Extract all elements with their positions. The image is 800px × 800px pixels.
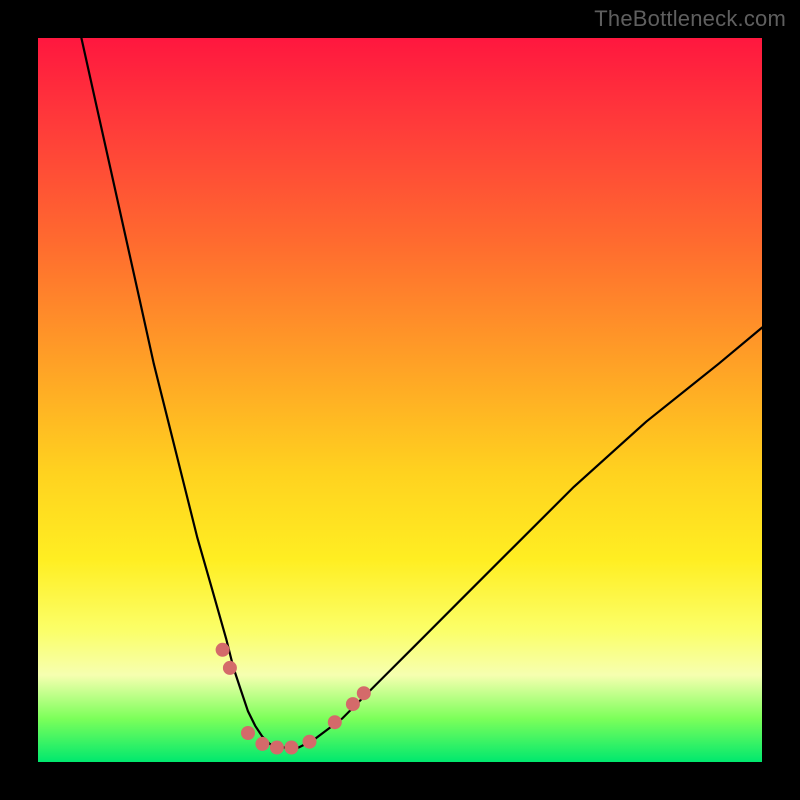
bottleneck-curve (81, 38, 762, 748)
chart-frame: TheBottleneck.com (0, 0, 800, 800)
curve-marker (284, 741, 298, 755)
curve-marker (255, 737, 269, 751)
curve-marker (241, 726, 255, 740)
curve-marker (346, 697, 360, 711)
curve-marker (270, 741, 284, 755)
watermark-text: TheBottleneck.com (594, 6, 786, 32)
plot-area (38, 38, 762, 762)
curve-marker (216, 643, 230, 657)
curve-marker (357, 686, 371, 700)
curve-marker (303, 735, 317, 749)
curve-marker (223, 661, 237, 675)
curve-svg (38, 38, 762, 762)
curve-marker (328, 715, 342, 729)
marker-group (216, 643, 371, 755)
